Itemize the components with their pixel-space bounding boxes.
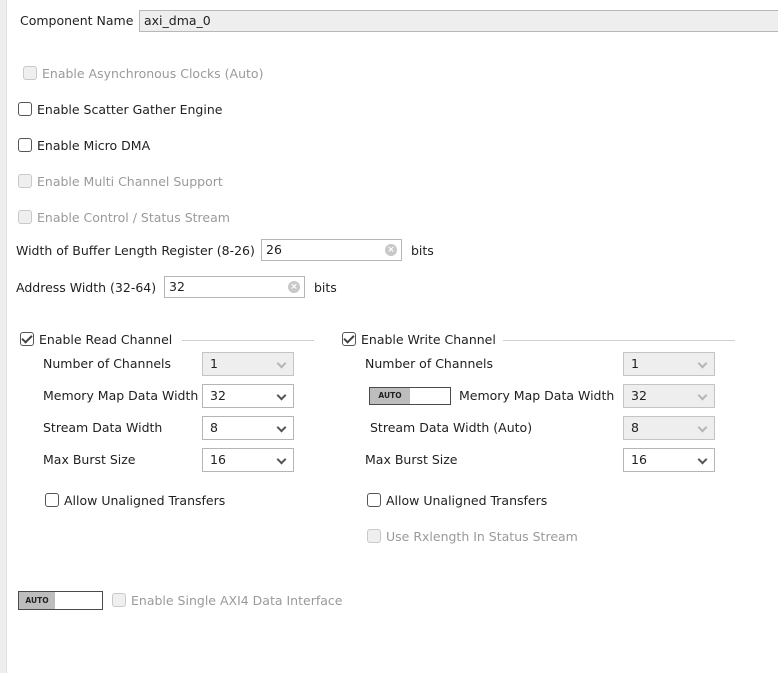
auto-toggle-knob: AUTO [370, 388, 410, 404]
chevron-down-icon [276, 358, 287, 369]
write-stream-width-label: Stream Data Width (Auto) [370, 420, 533, 435]
scatter-gather-checkbox[interactable] [18, 102, 32, 116]
read-stream-width-value: 8 [210, 420, 218, 435]
chevron-down-icon [697, 358, 708, 369]
chevron-down-icon [697, 422, 708, 433]
write-num-channels-select[interactable]: 1 [623, 352, 715, 376]
read-unaligned-label: Allow Unaligned Transfers [64, 493, 226, 508]
address-width-value: 32 [169, 279, 185, 294]
single-axi4-auto-toggle[interactable]: AUTO [18, 591, 103, 610]
component-name-label: Component Name [20, 13, 134, 28]
read-mm-width-select[interactable]: 32 [202, 384, 294, 408]
address-width-input[interactable]: 32 × [164, 276, 305, 298]
scatter-gather-label: Enable Scatter Gather Engine [37, 102, 223, 117]
multi-channel-checkbox[interactable] [18, 174, 32, 188]
chevron-down-icon [697, 390, 708, 401]
read-num-channels-label: Number of Channels [43, 356, 172, 371]
left-border-strip [0, 0, 7, 673]
read-max-burst-select[interactable]: 16 [202, 448, 294, 472]
read-channel-checkbox[interactable] [20, 332, 34, 346]
component-name-field[interactable]: axi_dma_0 [139, 10, 778, 32]
read-stream-width-select[interactable]: 8 [202, 416, 294, 440]
write-channel-label: Enable Write Channel [361, 332, 496, 347]
single-axi4-label: Enable Single AXI4 Data Interface [131, 593, 343, 608]
async-clocks-checkbox[interactable] [23, 66, 37, 80]
async-clocks-label: Enable Asynchronous Clocks (Auto) [42, 66, 264, 81]
rxlength-label: Use Rxlength In Status Stream [386, 529, 578, 544]
auto-toggle-knob: AUTO [19, 592, 55, 609]
read-num-channels-value: 1 [210, 356, 218, 371]
multi-channel-label: Enable Multi Channel Support [37, 174, 223, 189]
write-max-burst-value: 16 [631, 452, 647, 467]
write-mm-width-label: Memory Map Data Width [459, 388, 615, 403]
read-max-burst-value: 16 [210, 452, 226, 467]
write-mm-width-select[interactable]: 32 [623, 384, 715, 408]
control-status-label: Enable Control / Status Stream [37, 210, 230, 225]
buffer-length-unit: bits [411, 243, 434, 258]
micro-dma-checkbox[interactable] [18, 138, 32, 152]
read-mm-width-value: 32 [210, 388, 226, 403]
address-width-label: Address Width (32-64) [16, 280, 157, 295]
write-stream-width-select[interactable]: 8 [623, 416, 715, 440]
read-mm-width-label: Memory Map Data Width [43, 388, 199, 403]
write-mm-width-value: 32 [631, 388, 647, 403]
read-channel-label: Enable Read Channel [39, 332, 173, 347]
rxlength-checkbox[interactable] [367, 529, 381, 543]
read-unaligned-checkbox[interactable] [45, 493, 59, 507]
write-num-channels-value: 1 [631, 356, 639, 371]
write-stream-width-value: 8 [631, 420, 639, 435]
read-max-burst-label: Max Burst Size [43, 452, 136, 467]
chevron-down-icon [276, 390, 287, 401]
micro-dma-label: Enable Micro DMA [37, 138, 151, 153]
write-max-burst-select[interactable]: 16 [623, 448, 715, 472]
write-max-burst-label: Max Burst Size [365, 452, 458, 467]
address-width-unit: bits [314, 280, 337, 295]
control-status-checkbox[interactable] [18, 210, 32, 224]
clear-icon[interactable]: × [288, 281, 300, 293]
buffer-length-input[interactable]: 26 × [261, 239, 402, 261]
write-mm-auto-toggle[interactable]: AUTO [369, 387, 451, 405]
single-axi4-checkbox[interactable] [112, 593, 126, 607]
read-stream-width-label: Stream Data Width [43, 420, 163, 435]
write-channel-checkbox[interactable] [342, 332, 356, 346]
write-num-channels-label: Number of Channels [365, 356, 494, 371]
write-unaligned-label: Allow Unaligned Transfers [386, 493, 548, 508]
buffer-length-value: 26 [266, 242, 282, 257]
buffer-length-label: Width of Buffer Length Register (8-26) [16, 243, 255, 258]
chevron-down-icon [697, 454, 708, 465]
read-num-channels-select[interactable]: 1 [202, 352, 294, 376]
chevron-down-icon [276, 454, 287, 465]
group-divider [182, 340, 314, 341]
group-divider [503, 340, 735, 341]
write-unaligned-checkbox[interactable] [367, 493, 381, 507]
clear-icon[interactable]: × [385, 244, 397, 256]
chevron-down-icon [276, 422, 287, 433]
